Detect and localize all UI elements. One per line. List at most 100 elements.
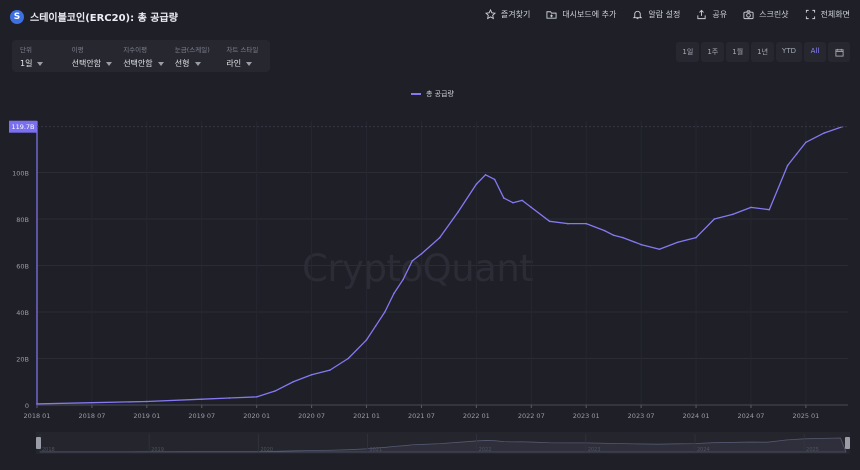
range-1d-button[interactable]: 1일 bbox=[676, 42, 700, 62]
chart-legend[interactable]: 총 공급량 bbox=[411, 89, 454, 99]
data-point bbox=[438, 236, 441, 239]
x-tick-label: 2020 07 bbox=[298, 412, 325, 420]
data-point bbox=[384, 311, 386, 313]
share-icon bbox=[697, 9, 706, 20]
title-group: S 스테이블코인(ERC20): 총 공급량 bbox=[10, 9, 178, 24]
range-1m-button[interactable]: 1월 bbox=[726, 42, 750, 62]
data-point bbox=[695, 236, 697, 239]
data-point bbox=[676, 241, 679, 244]
y-tick-label: 100B bbox=[12, 170, 29, 178]
range-ytd-button[interactable]: YTD bbox=[776, 42, 802, 62]
data-point bbox=[411, 260, 414, 262]
data-point bbox=[374, 325, 377, 327]
unit-select[interactable]: 단위 1일 bbox=[12, 40, 64, 72]
chevron-down-icon bbox=[37, 61, 44, 66]
data-point bbox=[503, 197, 505, 199]
data-point bbox=[612, 234, 615, 237]
data-point bbox=[200, 398, 203, 400]
data-point bbox=[640, 243, 642, 246]
chevron-down-icon bbox=[106, 61, 113, 66]
screenshot-button[interactable]: 스크린샷 bbox=[743, 9, 789, 20]
data-point bbox=[36, 403, 38, 405]
y-tick-label: 60B bbox=[16, 263, 29, 271]
data-point bbox=[548, 220, 551, 223]
moving-average-label: 이평 bbox=[71, 46, 84, 54]
data-point bbox=[393, 292, 395, 295]
data-point bbox=[475, 183, 478, 185]
moving-average-select[interactable]: 이평 선택안함 bbox=[64, 40, 116, 72]
data-point bbox=[347, 357, 350, 360]
fullscreen-label: 전체화면 bbox=[820, 10, 850, 19]
data-point bbox=[585, 222, 588, 225]
add-to-dashboard-button[interactable]: 대시보드에 추가 bbox=[546, 9, 616, 20]
fullscreen-icon bbox=[805, 9, 815, 20]
chevron-down-icon bbox=[194, 61, 201, 66]
x-tick-label: 2021 07 bbox=[408, 412, 435, 420]
scale-select-value: 선형 bbox=[174, 59, 190, 68]
x-tick-label: 2023 01 bbox=[573, 412, 600, 420]
exp-moving-average-label: 지수이평 bbox=[123, 46, 148, 54]
alarm-label: 알람 설정 bbox=[648, 10, 681, 19]
data-point bbox=[512, 201, 514, 204]
x-tick-label: 2021 01 bbox=[353, 412, 380, 420]
unit-select-value: 1일 bbox=[20, 59, 33, 68]
y-tick-label: 20B bbox=[16, 356, 29, 364]
stablecoin-icon: S bbox=[10, 9, 24, 24]
data-point bbox=[457, 211, 459, 213]
chart-header: S 스테이블코인(ERC20): 총 공급량 즐겨찾기 대시보드에 추가 알람 … bbox=[0, 0, 860, 34]
time-range-selector: 1일 1주 1월 1년 YTD All bbox=[676, 42, 850, 62]
chart-style-value: 라인 bbox=[226, 59, 242, 68]
data-point bbox=[420, 253, 423, 255]
data-point bbox=[521, 199, 523, 202]
data-point bbox=[786, 164, 789, 167]
exp-moving-average-select[interactable]: 지수이평 선택안함 bbox=[115, 40, 167, 72]
data-point bbox=[365, 339, 368, 341]
camera-icon bbox=[743, 10, 754, 20]
data-point bbox=[146, 400, 148, 403]
moving-average-value: 선택안함 bbox=[71, 59, 102, 68]
y-tick-label: 40B bbox=[16, 309, 29, 317]
fullscreen-button[interactable]: 전체화면 bbox=[805, 9, 850, 20]
data-point bbox=[795, 153, 798, 155]
y-tick-label: 80B bbox=[16, 216, 29, 224]
favorite-button[interactable]: 즐겨찾기 bbox=[484, 9, 530, 20]
x-tick-label: 2018 07 bbox=[78, 412, 105, 420]
x-tick-label: 2020 01 bbox=[243, 412, 270, 420]
x-tick-label: 2022 01 bbox=[463, 412, 490, 420]
data-point bbox=[402, 278, 404, 281]
x-tick-label: 2018 01 bbox=[24, 412, 51, 420]
data-point bbox=[530, 206, 533, 209]
chart-style-select[interactable]: 차트 스타일 라인 bbox=[218, 40, 270, 72]
chart-controls: 단위 1일 이평 선택안함 지수이평 선택안함 눈금(스케일) 선형 차트 스타… bbox=[12, 40, 270, 72]
chevron-down-icon bbox=[157, 61, 164, 66]
calendar-button[interactable] bbox=[828, 42, 850, 62]
x-tick-label: 2023 07 bbox=[628, 412, 655, 420]
data-point bbox=[292, 380, 295, 383]
range-navigator[interactable] bbox=[36, 432, 850, 454]
share-button[interactable]: 공유 bbox=[696, 9, 727, 20]
data-point bbox=[567, 222, 569, 225]
chevron-down-icon bbox=[246, 61, 253, 66]
x-tick-label: 2024 01 bbox=[683, 412, 710, 420]
share-label: 공유 bbox=[712, 10, 728, 19]
screenshot-label: 스크린샷 bbox=[759, 10, 789, 19]
x-tick-label: 2025 01 bbox=[792, 412, 819, 420]
range-1w-button[interactable]: 1주 bbox=[701, 42, 725, 62]
x-tick-label: 2019 07 bbox=[188, 412, 215, 420]
star-icon bbox=[484, 9, 496, 20]
chart-style-label: 차트 스타일 bbox=[226, 46, 259, 54]
data-point bbox=[493, 178, 496, 181]
data-point bbox=[228, 397, 231, 399]
calendar-icon bbox=[834, 48, 844, 57]
bell-icon bbox=[633, 10, 643, 20]
data-point bbox=[329, 369, 331, 371]
data-point bbox=[255, 396, 258, 398]
range-all-button[interactable]: All bbox=[804, 42, 826, 62]
page-title: 스테이블코인(ERC20): 총 공급량 bbox=[30, 13, 178, 24]
data-point bbox=[91, 401, 93, 404]
x-tick-label: 2024 07 bbox=[738, 412, 765, 420]
alarm-button[interactable]: 알람 설정 bbox=[632, 9, 680, 20]
supply-chart[interactable]: 0 20B 40B 60B 80B 100B 2018 01 2018 07 2019 01 20… bbox=[0, 80, 860, 470]
range-1y-button[interactable]: 1년 bbox=[751, 42, 775, 62]
scale-select[interactable]: 눈금(스케일) 선형 bbox=[167, 40, 219, 72]
